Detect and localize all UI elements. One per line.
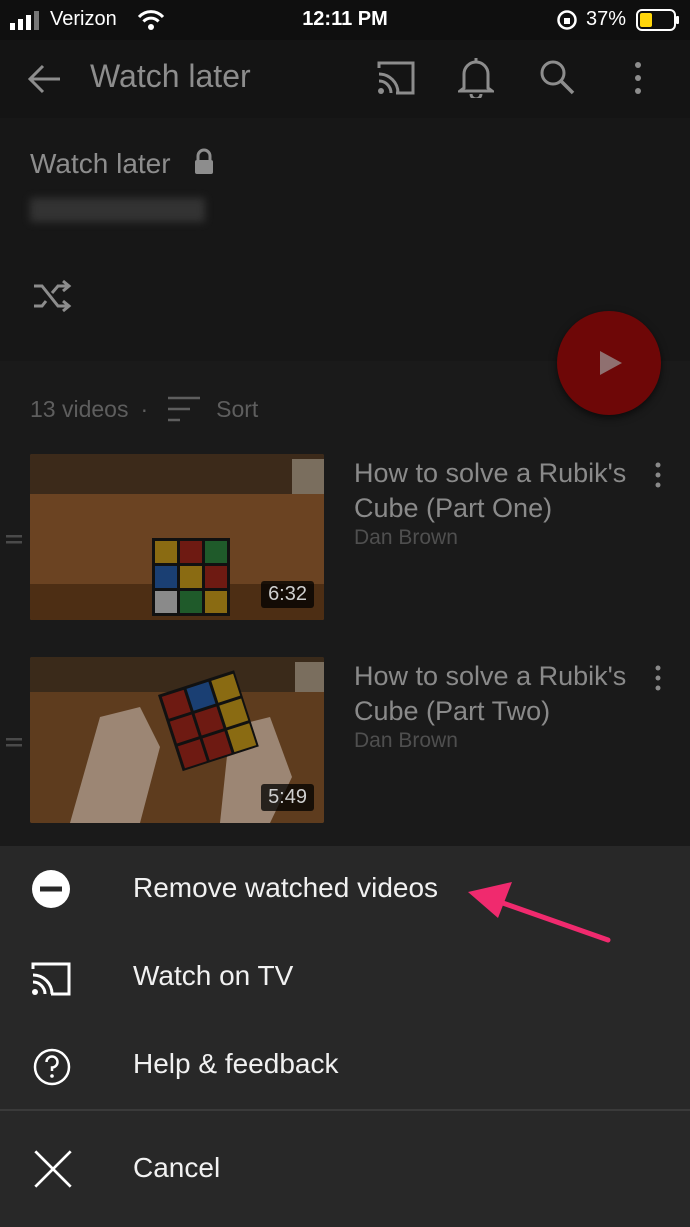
remove-circle-icon bbox=[32, 870, 70, 908]
video-duration: 6:32 bbox=[261, 581, 314, 608]
sort-button[interactable]: Sort bbox=[166, 395, 258, 423]
close-icon bbox=[34, 1150, 72, 1188]
bell-icon[interactable] bbox=[458, 56, 494, 98]
cast-icon bbox=[31, 962, 71, 996]
video-row[interactable]: 6:32 How to solve a Rubik's Cube (Part O… bbox=[0, 454, 690, 624]
menu-item-label: Watch on TV bbox=[133, 960, 294, 991]
shuffle-icon[interactable] bbox=[32, 278, 72, 314]
orientation-lock-icon bbox=[557, 10, 577, 30]
video-more-icon[interactable] bbox=[648, 663, 668, 693]
video-thumbnail[interactable]: 5:49 bbox=[30, 657, 324, 823]
playlist-owner-redacted bbox=[30, 198, 205, 222]
sort-label: Sort bbox=[216, 395, 259, 422]
search-icon[interactable] bbox=[538, 58, 576, 96]
list-meta: 13 videos · Sort bbox=[30, 395, 258, 423]
app-bar: Watch later bbox=[0, 40, 690, 118]
video-more-icon[interactable] bbox=[648, 460, 668, 490]
cast-icon[interactable] bbox=[376, 60, 416, 96]
video-list: 13 videos · Sort 6:32 How to solve a Rub… bbox=[0, 361, 690, 846]
playlist-title: Watch later bbox=[30, 148, 171, 179]
video-row[interactable]: 5:49 How to solve a Rubik's Cube (Part T… bbox=[0, 657, 690, 827]
cancel-button[interactable]: Cancel bbox=[0, 1126, 690, 1214]
video-thumbnail[interactable]: 6:32 bbox=[30, 454, 324, 620]
page-title: Watch later bbox=[90, 58, 251, 94]
video-channel[interactable]: Dan Brown bbox=[354, 526, 458, 550]
drag-handle-icon[interactable] bbox=[6, 532, 22, 546]
status-bar: Verizon 12:11 PM 37% bbox=[0, 0, 690, 40]
video-count: 13 videos bbox=[30, 395, 129, 422]
battery-icon bbox=[636, 9, 679, 31]
sheet-divider bbox=[0, 1109, 690, 1111]
cancel-label: Cancel bbox=[133, 1152, 221, 1183]
sort-icon bbox=[168, 396, 201, 422]
video-title[interactable]: How to solve a Rubik's Cube (Part One) bbox=[354, 456, 634, 526]
drag-handle-icon[interactable] bbox=[6, 735, 22, 749]
annotation-arrow-icon bbox=[468, 882, 611, 943]
more-vert-icon[interactable] bbox=[630, 60, 646, 96]
play-icon bbox=[600, 351, 622, 375]
help-feedback-item[interactable]: Help & feedback bbox=[0, 1022, 690, 1110]
play-all-button[interactable] bbox=[557, 311, 661, 415]
help-circle-icon bbox=[33, 1048, 71, 1086]
battery-percent: 37% bbox=[586, 8, 627, 30]
lock-icon bbox=[195, 148, 213, 174]
meta-separator: · bbox=[140, 395, 149, 422]
menu-item-label: Remove watched videos bbox=[133, 872, 439, 903]
menu-item-label: Help & feedback bbox=[133, 1048, 339, 1079]
video-channel[interactable]: Dan Brown bbox=[354, 729, 458, 753]
video-title[interactable]: How to solve a Rubik's Cube (Part Two) bbox=[354, 659, 634, 729]
video-duration: 5:49 bbox=[261, 784, 314, 811]
back-arrow-icon[interactable] bbox=[26, 60, 64, 98]
